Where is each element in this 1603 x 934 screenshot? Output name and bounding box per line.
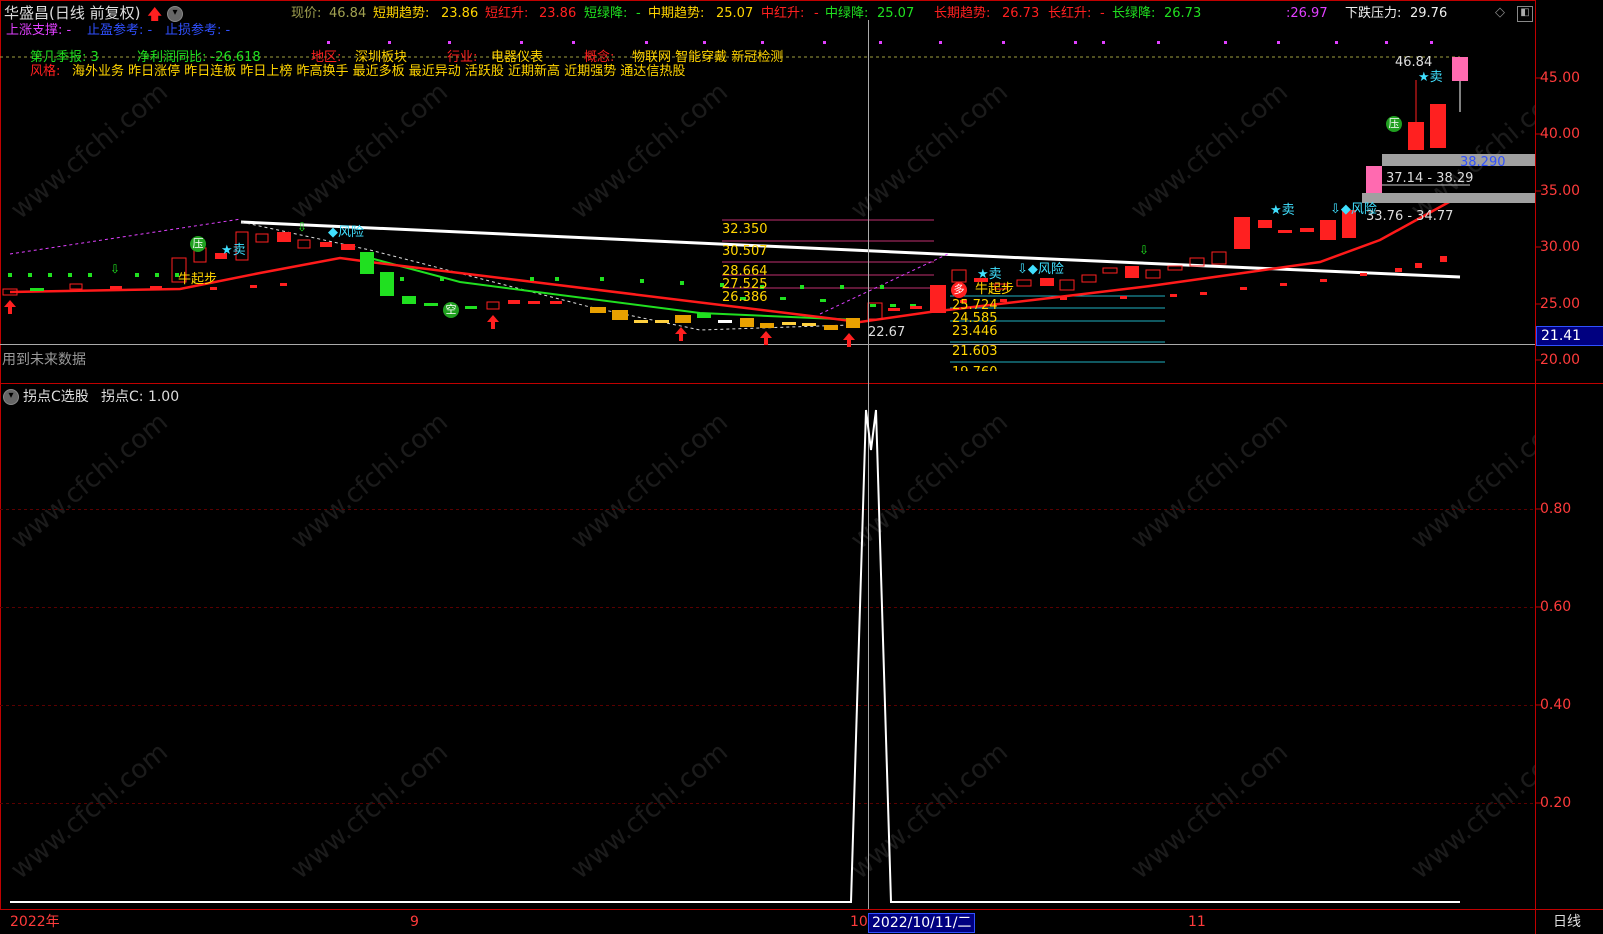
y-tick-label: 40.00 xyxy=(1540,126,1581,142)
down-arrow-icon: ⇩ xyxy=(110,262,121,276)
long-trend-label: 长期趋势: xyxy=(934,6,991,21)
mid-trend-value: 25.07 xyxy=(716,6,754,21)
down-arrow-icon: ⇩ xyxy=(1139,243,1150,257)
low-price-label: 22.67 xyxy=(868,325,906,340)
sell-label: 卖 xyxy=(1429,70,1443,85)
lower-range-zone xyxy=(1362,193,1535,203)
cursor-date: 2022/10/11/二 xyxy=(868,913,976,933)
period-label[interactable]: 日线 xyxy=(1553,914,1581,930)
sub-chart-title[interactable]: 拐点C选股 xyxy=(23,389,89,405)
short-red-value: 23.86 xyxy=(539,6,577,21)
upper-range-value: 38.290 xyxy=(1460,155,1506,170)
y-tick-label: 25.00 xyxy=(1540,296,1581,312)
fib-level: 21.603 xyxy=(952,344,998,359)
x-axis-label: 10 xyxy=(850,914,868,930)
diamond-icon[interactable]: ◇ xyxy=(1495,5,1505,20)
risk-signal: ◆风险 xyxy=(328,225,365,240)
stop-profit-ref: 止盈参考: - xyxy=(87,23,153,38)
risk-signal: ⇩◆风险 xyxy=(1017,262,1064,277)
upper-range-label: 37.14 - 38.29 xyxy=(1386,171,1474,186)
sell-label: 卖 xyxy=(232,243,246,258)
long-trend-value: 26.73 xyxy=(1002,6,1040,21)
fib-level: 30.507 xyxy=(722,244,768,259)
long-red-label: 长红升: xyxy=(1048,6,1092,21)
y-tick-label: 35.00 xyxy=(1540,183,1581,199)
long-signal: 多 xyxy=(951,282,967,298)
long-green-label: 长绿降: xyxy=(1112,6,1156,21)
mid-trend-label: 中期趋势: xyxy=(648,6,705,21)
bull-start-signal: 牛起步 xyxy=(178,272,218,287)
upper-range-zone xyxy=(1382,154,1535,166)
mid-red-value: - xyxy=(814,6,819,21)
sub-y-tick-label: 0.60 xyxy=(1540,599,1572,615)
support-ref: 上涨支撑: - xyxy=(6,23,72,38)
fib-level: 19.760 xyxy=(952,365,998,371)
short-green-value: - xyxy=(636,6,641,21)
star-sell-signal: ★卖 xyxy=(221,243,246,258)
mid-green-value: 25.07 xyxy=(877,6,915,21)
risk-signal: ⇩◆风险 xyxy=(1330,202,1377,217)
chevron-down-icon[interactable]: ▾ xyxy=(167,6,183,22)
y-tick-label: 20.00 xyxy=(1540,352,1581,368)
short-trend-value: 23.86 xyxy=(441,6,479,21)
watermark xyxy=(0,0,1535,910)
price-label: 现价: xyxy=(291,6,322,21)
x-axis-label: 2022年 xyxy=(10,914,60,930)
price-value: 46.84 xyxy=(329,6,367,21)
pressure-value: 29.76 xyxy=(1410,6,1448,21)
y-tick-label: 45.00 xyxy=(1540,70,1581,86)
pressure-label: 下跌压力: xyxy=(1345,6,1402,21)
fib-level: 26.386 xyxy=(722,290,768,305)
collapse-icon[interactable]: ▾ xyxy=(3,389,19,405)
y-tick-label: 30.00 xyxy=(1540,239,1581,255)
style-value: 海外业务 昨日涨停 昨日连板 昨日上榜 昨高换手 最近多板 最近异动 活跃股 近… xyxy=(72,64,686,79)
risk-label: 风险 xyxy=(1037,262,1064,277)
stop-loss-ref: 止损参考: - xyxy=(165,23,231,38)
stock-title[interactable]: 华盛昌(日线 前复权) xyxy=(4,5,140,21)
long-green-value: 26.73 xyxy=(1164,6,1202,21)
extra-value: :26.97 xyxy=(1286,6,1328,21)
chart-canvas[interactable]: www.cfchi.com xyxy=(0,0,1603,934)
window-toggle-icon[interactable]: ◧ xyxy=(1517,6,1533,22)
bull-start-signal: 牛起步 xyxy=(975,282,1015,297)
risk-label: 风险 xyxy=(1350,202,1377,217)
press-signal: 压 xyxy=(190,236,206,252)
sub-chart-value: 拐点C: 1.00 xyxy=(101,389,180,405)
short-green-label: 短绿降: xyxy=(584,6,628,21)
fib-level: 23.446 xyxy=(952,324,998,339)
x-axis-label: 9 xyxy=(410,914,419,930)
press-signal: 压 xyxy=(1386,116,1402,132)
sub-y-tick-label: 0.40 xyxy=(1540,697,1572,713)
star-sell-signal: ★卖 xyxy=(1418,70,1443,85)
x-axis-label: 11 xyxy=(1188,914,1206,930)
long-red-value: - xyxy=(1100,6,1105,21)
short-trend-label: 短期趋势: xyxy=(373,6,430,21)
risk-label: 风险 xyxy=(338,225,365,240)
mid-green-label: 中绿降: xyxy=(825,6,869,21)
lower-range-label: 33.76 - 34.77 xyxy=(1366,209,1454,224)
mid-red-label: 中红升: xyxy=(761,6,805,21)
star-sell-signal: ★卖 xyxy=(1270,203,1295,218)
crosshair-price: 21.41 xyxy=(1536,326,1603,346)
short-red-label: 短红升: xyxy=(485,6,529,21)
sell-label: 卖 xyxy=(1281,203,1295,218)
sub-y-tick-label: 0.20 xyxy=(1540,795,1572,811)
sub-y-tick-label: 0.80 xyxy=(1540,501,1572,517)
fib-level: 32.350 xyxy=(722,222,768,237)
future-data-note: 用到未来数据 xyxy=(2,352,86,368)
hold-signal: 空 xyxy=(443,302,459,318)
style-label: 风格: xyxy=(30,64,61,79)
down-arrow-icon: ⇩ xyxy=(297,220,308,234)
